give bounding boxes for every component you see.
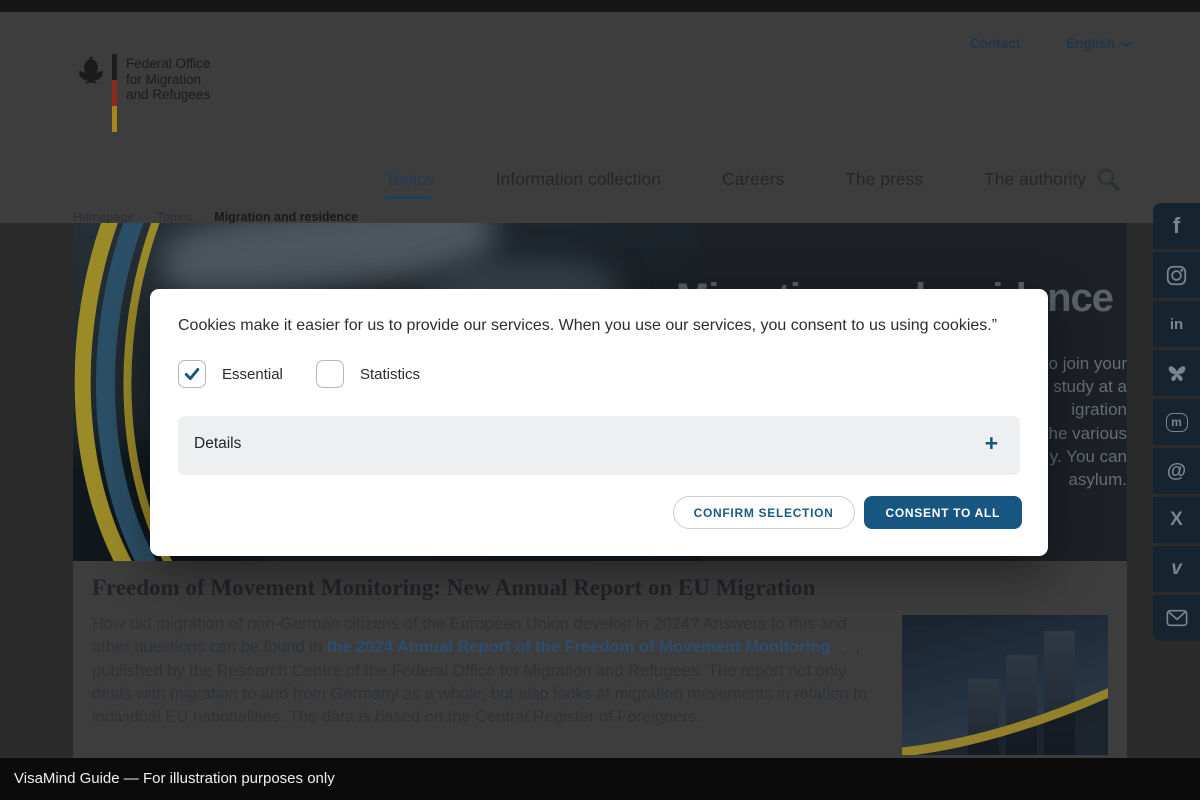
email-icon: [1166, 609, 1188, 627]
breadcrumb-current: Migration and residence: [214, 210, 358, 224]
article-thumbnail-chart-image[interactable]: [902, 615, 1108, 755]
bluesky-icon: [1166, 364, 1188, 383]
confirm-selection-button[interactable]: CONFIRM SELECTION: [673, 496, 855, 529]
xing-button[interactable]: X: [1153, 497, 1200, 543]
nav-item-topics[interactable]: Topics: [385, 169, 435, 190]
article-title: Freedom of Movement Monitoring: New Annu…: [92, 575, 852, 601]
article-teaser: Freedom of Movement Monitoring: New Annu…: [73, 561, 1127, 758]
chevron-down-icon: [1120, 36, 1131, 47]
expand-plus-icon[interactable]: +: [985, 430, 998, 457]
language-label: English: [1066, 36, 1115, 51]
utility-bar: Contact English: [970, 36, 1130, 51]
active-tab-underline: [385, 196, 431, 199]
dialog-actions: CONFIRM SELECTION CONSENT TO ALL: [673, 496, 1022, 529]
hero-intro-text: to join your study at a igration the var…: [1044, 352, 1127, 491]
breadcrumb-separator: ›: [143, 209, 147, 224]
breadcrumb-topics[interactable]: Topics: [157, 210, 192, 224]
newsletter-button[interactable]: [1153, 595, 1200, 641]
vimeo-icon: v: [1171, 558, 1182, 580]
main-navigation: Topics Information collection Careers Th…: [385, 169, 1086, 190]
facebook-icon: f: [1173, 213, 1180, 239]
footer-bar: VisaMind Guide — For illustration purpos…: [0, 758, 1200, 800]
details-label: Details: [194, 435, 241, 453]
threads-button[interactable]: @: [1153, 448, 1200, 494]
instagram-button[interactable]: [1153, 252, 1200, 298]
social-media-rail: f in m @ X v: [1153, 203, 1200, 641]
cookie-message: Cookies make it easier for us to provide…: [178, 317, 1018, 335]
xing-icon: X: [1170, 509, 1183, 531]
threads-icon: @: [1167, 460, 1187, 483]
footer-note: VisaMind Guide — For illustration purpos…: [14, 770, 335, 787]
essential-checkbox-row: Essential: [178, 360, 283, 388]
flag-stripe: [112, 54, 117, 132]
instagram-icon: [1166, 265, 1187, 286]
cookie-consent-dialog: Cookies make it easier for us to provide…: [150, 289, 1048, 556]
mastodon-icon: m: [1166, 413, 1188, 432]
page: Federal Office for Migration and Refugee…: [0, 0, 1200, 800]
contact-link[interactable]: Contact: [970, 36, 1020, 51]
nav-item-the-authority[interactable]: The authority: [984, 169, 1086, 190]
annual-report-link[interactable]: the 2024 Annual Report of the Freedom of…: [327, 638, 831, 656]
statistics-label[interactable]: Statistics: [360, 366, 420, 383]
nav-item-careers[interactable]: Careers: [722, 169, 784, 190]
checkmark-icon: [182, 364, 202, 384]
article-body: How did migration of non-German citizens…: [92, 613, 886, 729]
linkedin-button[interactable]: in: [1153, 301, 1200, 347]
breadcrumb: Homepage › Topics › Migration and reside…: [73, 209, 358, 224]
linkedin-icon: in: [1170, 316, 1183, 333]
search-icon[interactable]: [1096, 167, 1122, 193]
language-selector[interactable]: English: [1066, 36, 1130, 51]
nav-item-information-collection[interactable]: Information collection: [496, 169, 661, 190]
government-top-strip: [0, 0, 1200, 12]
site-header: Federal Office for Migration and Refugee…: [0, 12, 1200, 223]
details-accordion[interactable]: Details +: [178, 416, 1020, 475]
vimeo-button[interactable]: v: [1153, 546, 1200, 592]
nav-item-the-press[interactable]: The press: [845, 169, 923, 190]
statistics-checkbox-row: Statistics: [316, 360, 420, 388]
statistics-checkbox[interactable]: [316, 360, 344, 388]
mastodon-button[interactable]: m: [1153, 399, 1200, 445]
essential-label[interactable]: Essential: [222, 366, 283, 383]
bluesky-button[interactable]: [1153, 350, 1200, 396]
logo-text: Federal Office for Migration and Refugee…: [126, 56, 211, 135]
federal-eagle-icon: [74, 52, 108, 92]
facebook-button[interactable]: f: [1153, 203, 1200, 249]
breadcrumb-separator: ›: [201, 209, 205, 224]
link-arrow-icon: →: [830, 638, 851, 656]
breadcrumb-homepage[interactable]: Homepage: [73, 210, 134, 224]
bamf-logo[interactable]: Federal Office for Migration and Refugee…: [74, 40, 294, 135]
consent-to-all-button[interactable]: CONSENT TO ALL: [864, 496, 1022, 529]
essential-checkbox[interactable]: [178, 360, 206, 388]
